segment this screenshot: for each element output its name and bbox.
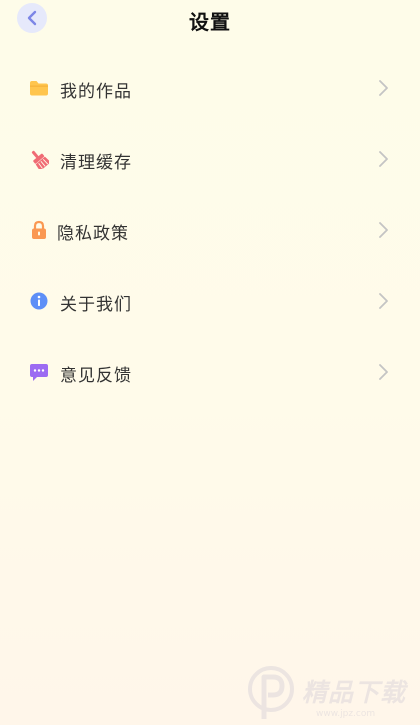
menu-item-label: 清理缓存 [60, 153, 132, 173]
menu-item-privacy-policy[interactable]: 隐私政策 [0, 194, 420, 265]
chevron-right-icon [379, 364, 388, 380]
chevron-right-icon [379, 151, 388, 167]
broom-icon [29, 149, 49, 169]
menu-item-label: 关于我们 [60, 295, 132, 315]
settings-menu: 我的作品 清理缓存 隐私政策 关于我们 意见反馈 [0, 52, 420, 407]
chat-bubble-icon [29, 362, 49, 382]
menu-item-feedback[interactable]: 意见反馈 [0, 336, 420, 407]
menu-item-about-us[interactable]: 关于我们 [0, 265, 420, 336]
chevron-right-icon [379, 80, 388, 96]
header-bar: 设置 [0, 0, 420, 38]
watermark-url: www.jpz.com [316, 709, 376, 719]
page-title: 设置 [189, 10, 231, 34]
menu-item-label: 我的作品 [60, 82, 132, 102]
watermark-text: 精品下载 [302, 678, 407, 707]
chevron-right-icon [379, 222, 388, 238]
info-icon [29, 291, 49, 311]
folder-icon [29, 78, 49, 98]
menu-item-label: 意见反馈 [60, 366, 132, 386]
chevron-right-icon [379, 293, 388, 309]
menu-item-my-works[interactable]: 我的作品 [0, 52, 420, 123]
menu-item-label: 隐私政策 [57, 224, 129, 244]
lock-icon [29, 220, 49, 240]
watermark: 精品下载 www.jpz.com [246, 663, 414, 723]
watermark-logo-icon [248, 666, 294, 719]
menu-item-clear-cache[interactable]: 清理缓存 [0, 123, 420, 194]
